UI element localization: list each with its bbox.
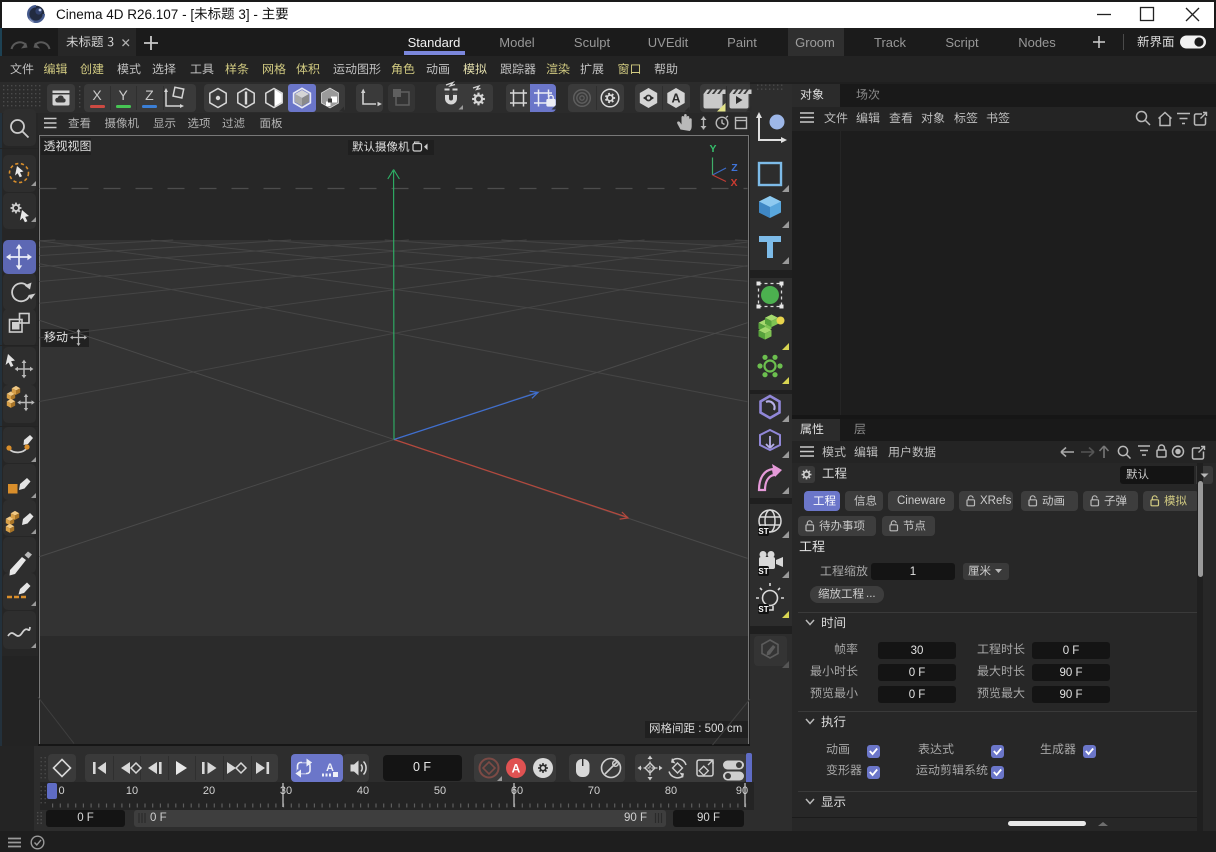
svg-text:A: A — [512, 762, 521, 776]
svg-text:A: A — [326, 762, 334, 774]
svg-text:ST: ST — [758, 527, 768, 536]
svg-text:A: A — [671, 92, 680, 106]
svg-text:ST: ST — [758, 567, 768, 576]
svg-text:Y: Y — [709, 143, 716, 155]
svg-text:ST: ST — [758, 605, 768, 614]
svg-text:Z: Z — [731, 162, 738, 174]
svg-text:X: X — [730, 177, 737, 189]
